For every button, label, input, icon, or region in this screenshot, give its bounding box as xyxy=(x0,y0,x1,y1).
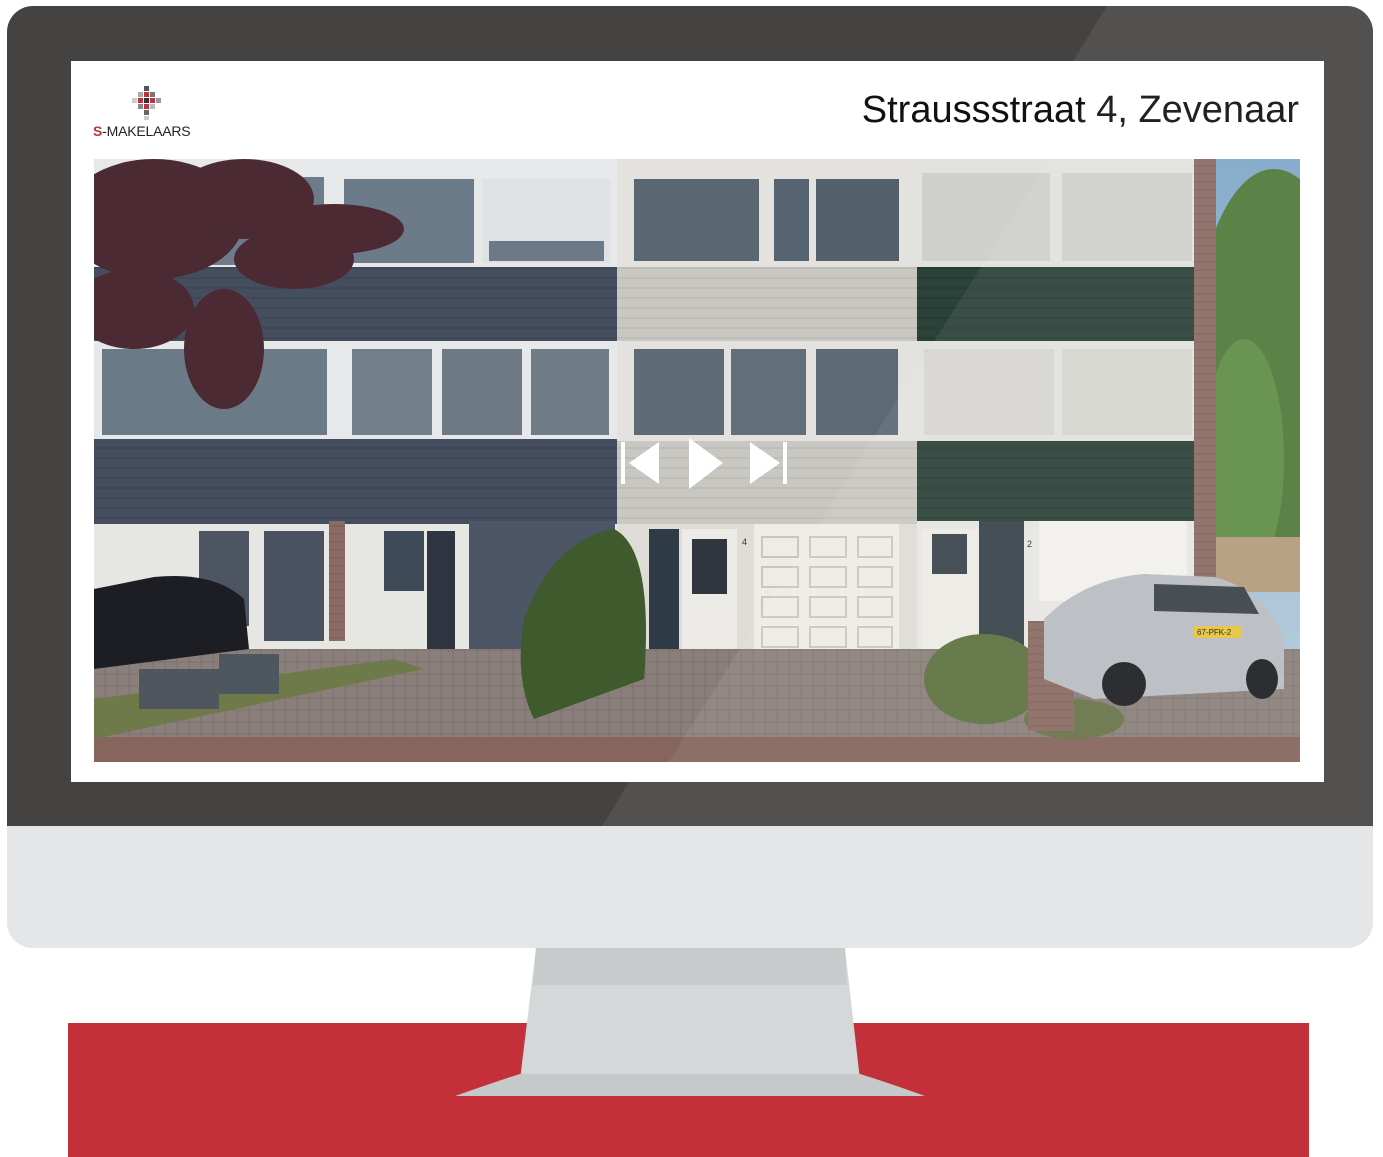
house-number-4: 4 xyxy=(742,537,747,547)
logo-mark-icon xyxy=(132,86,161,120)
s-makelaars-logo[interactable]: S-MAKELAARS xyxy=(93,83,203,143)
monitor: S-MAKELAARS Straussstraat 4, Zevenaar 4 … xyxy=(7,6,1373,948)
skip-back-icon[interactable] xyxy=(621,438,666,488)
monitor-chin xyxy=(7,826,1373,948)
play-icon[interactable] xyxy=(687,436,727,491)
logo-text-suffix: -MAKELAARS xyxy=(102,123,191,139)
property-address-title: Straussstraat 4, Zevenaar xyxy=(861,89,1299,131)
house-number-2: 2 xyxy=(1027,539,1032,549)
skip-forward-icon[interactable] xyxy=(748,438,790,488)
property-photo[interactable]: 4 2 67-PFK-2 xyxy=(94,159,1300,762)
logo-text-prefix: S xyxy=(93,123,103,139)
logo-text: S-MAKELAARS xyxy=(93,123,191,139)
license-plate: 67-PFK-2 xyxy=(1197,628,1232,637)
screen: S-MAKELAARS Straussstraat 4, Zevenaar 4 … xyxy=(71,61,1324,782)
